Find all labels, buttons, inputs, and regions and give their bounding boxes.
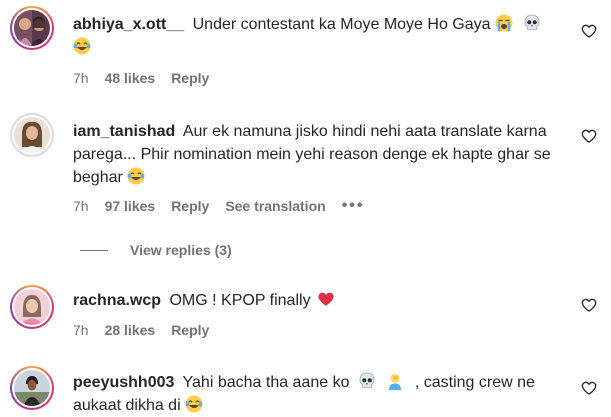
face-with-tears-of-joy-emoji-icon <box>185 395 203 413</box>
red-heart-emoji-icon <box>318 292 334 306</box>
person-facepalming-emoji-icon <box>386 372 404 390</box>
face-with-tears-of-joy-emoji-icon <box>127 167 145 185</box>
view-replies-button[interactable]: View replies (3) <box>80 242 232 258</box>
skull-emoji-icon <box>358 372 376 390</box>
see-translation-button[interactable]: See translation <box>225 198 325 214</box>
heart-icon[interactable] <box>581 297 597 313</box>
comment-text: abhiya_x.ott__ Under contestant ka Moye … <box>73 13 568 59</box>
comment-body: Under contestant ka Moye Moye Ho Gaya <box>192 16 491 33</box>
heart-icon[interactable] <box>581 380 597 396</box>
heart-icon[interactable] <box>581 23 597 39</box>
loudly-crying-face-emoji-icon <box>495 14 513 32</box>
comment-likes[interactable]: 28 likes <box>105 322 156 338</box>
comment-username[interactable]: iam_tanishad <box>73 123 175 140</box>
view-replies-label[interactable]: View replies (3) <box>130 242 232 258</box>
comment-likes[interactable]: 97 likes <box>105 198 156 214</box>
comment-username[interactable]: peeyushh003 <box>73 374 174 391</box>
avatar[interactable] <box>10 6 54 50</box>
reply-button[interactable]: Reply <box>171 198 209 214</box>
more-options-icon[interactable]: ••• <box>342 197 365 215</box>
comment-meta: 7h 48 likes Reply <box>73 70 225 86</box>
reply-button[interactable]: Reply <box>171 322 209 338</box>
comment-body: OMG ! KPOP finally <box>169 292 311 309</box>
comment-username[interactable]: rachna.wcp <box>73 292 161 309</box>
comment-time: 7h <box>73 70 89 86</box>
comment-likes[interactable]: 48 likes <box>105 70 156 86</box>
comment-username[interactable]: abhiya_x.ott__ <box>73 16 184 33</box>
comment-text: peeyushh003 Yahi bacha tha aane ko , cas… <box>73 371 568 417</box>
face-with-tears-of-joy-emoji-icon <box>73 37 91 55</box>
replies-divider <box>80 249 108 251</box>
avatar[interactable] <box>10 285 54 329</box>
comment-text: iam_tanishad Aur ek namuna jisko hindi n… <box>73 120 553 189</box>
comment-time: 7h <box>73 322 89 338</box>
comment-text: rachna.wcp OMG ! KPOP finally <box>73 289 568 312</box>
comment-body-part1: Yahi bacha tha aane ko <box>182 374 350 391</box>
avatar[interactable] <box>10 366 54 410</box>
comment-meta: 7h 28 likes Reply <box>73 322 225 338</box>
avatar[interactable] <box>10 113 54 157</box>
heart-icon[interactable] <box>581 128 597 144</box>
skull-emoji-icon <box>523 14 541 32</box>
comment-meta: 7h 97 likes Reply See translation ••• <box>73 197 381 215</box>
comment-time: 7h <box>73 198 89 214</box>
reply-button[interactable]: Reply <box>171 70 209 86</box>
